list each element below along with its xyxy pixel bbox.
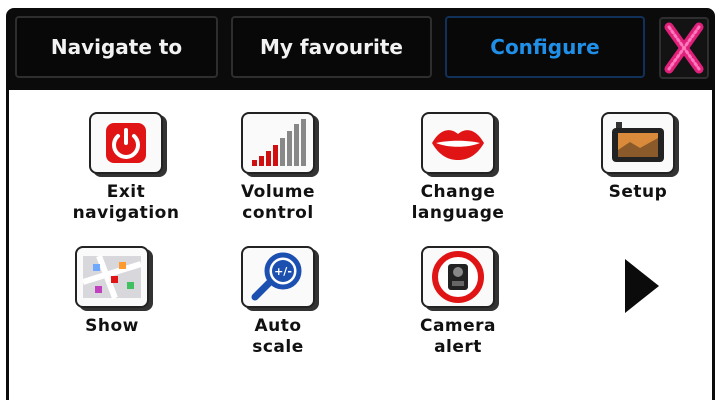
menu-item-label: Volume control xyxy=(240,182,316,223)
menu-item-change-language[interactable]: Change language xyxy=(383,112,533,224)
power-icon xyxy=(89,112,163,174)
configure-menu-panel: Exit navigation Volume control Change la xyxy=(6,90,715,400)
menu-item-label: Change language xyxy=(411,182,505,223)
tab-configure[interactable]: Configure xyxy=(445,16,645,78)
menu-item-camera-alert[interactable]: Camera alert xyxy=(383,246,533,358)
menu-item-auto-scale[interactable]: +/- Auto scale xyxy=(203,246,353,358)
close-x-icon xyxy=(664,22,704,74)
magnifier-zoom-icon: +/- xyxy=(241,246,315,308)
close-button[interactable] xyxy=(659,17,709,79)
device-icon xyxy=(601,112,675,174)
lips-icon xyxy=(421,112,495,174)
menu-item-label: Show xyxy=(85,316,139,336)
menu-item-label: Exit navigation xyxy=(72,182,180,223)
play-arrow-icon[interactable] xyxy=(619,255,663,317)
menu-item-volume-control[interactable]: Volume control xyxy=(203,112,353,224)
tab-navigate-to[interactable]: Navigate to xyxy=(15,16,218,78)
menu-item-label: Camera alert xyxy=(419,316,497,357)
tab-my-favourite[interactable]: My favourite xyxy=(231,16,432,78)
menu-item-show[interactable]: Show xyxy=(37,246,187,337)
volume-bars-icon xyxy=(241,112,315,174)
top-navigation-bar: Navigate to My favourite Configure xyxy=(6,8,715,90)
menu-item-label: Auto scale xyxy=(252,316,304,357)
map-icon xyxy=(75,246,149,308)
menu-item-setup[interactable]: Setup xyxy=(563,112,713,203)
zoom-glyph: +/- xyxy=(274,265,292,278)
menu-item-exit-navigation[interactable]: Exit navigation xyxy=(51,112,201,224)
speed-camera-icon xyxy=(421,246,495,308)
menu-item-label: Setup xyxy=(608,182,668,202)
